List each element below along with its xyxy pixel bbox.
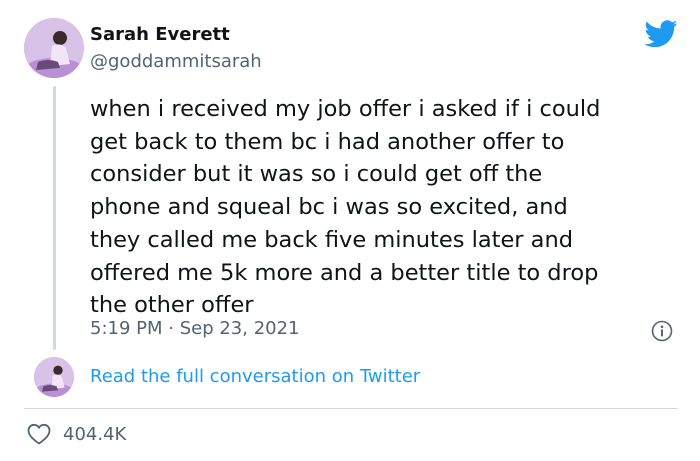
divider bbox=[24, 408, 678, 409]
info-icon[interactable] bbox=[651, 320, 673, 342]
author-display-name[interactable]: Sarah Everett bbox=[90, 24, 230, 45]
like-count[interactable]: 404.4K bbox=[63, 424, 126, 445]
twitter-bird-icon[interactable] bbox=[644, 20, 678, 48]
read-full-conversation-link[interactable]: Read the full conversation on Twitter bbox=[90, 366, 420, 387]
author-handle[interactable]: @goddammitsarah bbox=[90, 51, 262, 72]
tweet-timestamp[interactable]: 5:19 PM · Sep 23, 2021 bbox=[90, 318, 300, 339]
heart-icon[interactable] bbox=[27, 423, 51, 445]
thread-line bbox=[53, 86, 56, 350]
author-avatar[interactable] bbox=[24, 18, 84, 78]
author-avatar-small[interactable] bbox=[34, 357, 74, 397]
tweet-text: when i received my job offer i asked if … bbox=[90, 96, 601, 319]
